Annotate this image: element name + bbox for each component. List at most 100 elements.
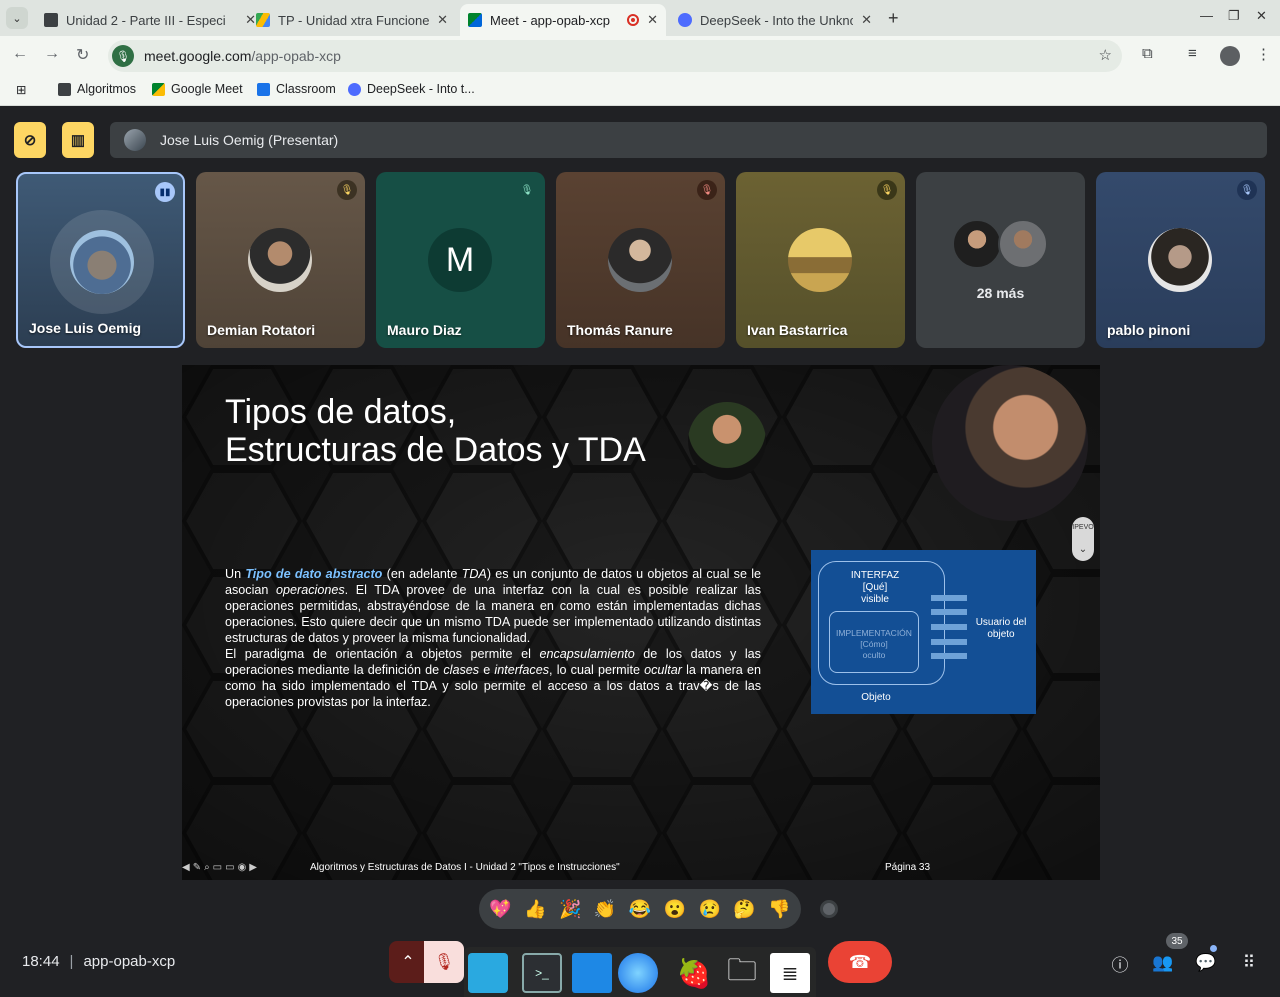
terminal-icon[interactable]: >_	[522, 953, 562, 993]
deepseek-icon	[348, 82, 361, 96]
reaction-heart[interactable]: 💖	[485, 894, 515, 924]
tab-title: Unidad 2 - Parte III - Especi	[66, 12, 226, 28]
reload-icon[interactable]: ↻	[76, 45, 89, 65]
slide-footer: ◀✎⌕▭▭◉▶ Algoritmos y Estructuras de Dato…	[182, 862, 1100, 876]
layout-icon[interactable]: ▥	[62, 122, 94, 158]
meet-stage: ⊘ ▥ Jose Luis Oemig (Presentar) ▮▮ Jose …	[0, 107, 1280, 997]
forward-icon[interactable]: →	[44, 45, 60, 63]
interface-arrow	[931, 653, 967, 659]
reaction-party[interactable]: 🎉	[555, 894, 585, 924]
participant-name: Demian Rotatori	[207, 322, 316, 338]
leave-call-button[interactable]: ☎	[828, 941, 892, 983]
tab-search-icon[interactable]: ⌄	[6, 7, 28, 29]
participant-tile-demian[interactable]: 🎙 Demian Rotatori	[196, 172, 365, 348]
meeting-time: 18:44	[22, 953, 60, 970]
speaking-indicator-icon: ▮▮	[155, 182, 175, 202]
apps-grid-icon[interactable]: ⊞	[16, 82, 26, 97]
tab-meet[interactable]: Meet - app-opab-xcp ✕	[460, 4, 666, 36]
browser-globe-icon[interactable]	[618, 953, 658, 993]
participant-tile-jose-luis[interactable]: ▮▮ Jose Luis Oemig	[16, 172, 185, 348]
presenter-bar[interactable]: Jose Luis Oemig (Presentar)	[110, 122, 1267, 158]
reaction-laugh[interactable]: 😂	[625, 894, 655, 924]
classroom-favicon-icon	[44, 13, 58, 27]
extensions-icon[interactable]: ⧉	[1142, 45, 1153, 62]
mic-off-button[interactable]: 🎙	[424, 941, 464, 983]
tab-deepseek[interactable]: DeepSeek - Into the Unkno ✕	[670, 4, 880, 36]
interface-arrow	[931, 624, 967, 630]
bookmark-deepseek[interactable]: DeepSeek - Into t...	[348, 82, 475, 96]
tda-diagram: INTERFAZ [Qué] visible IMPLEMENTACIÓN [C…	[811, 550, 1036, 714]
bookmark-star-icon[interactable]: ☆	[1099, 46, 1112, 64]
file-cabinet-icon[interactable]	[572, 953, 612, 993]
muted-mic-icon: 🎙	[520, 184, 534, 196]
avatar	[952, 219, 1002, 269]
pdf-viewer-tools-icon[interactable]: ◀✎⌕▭▭◉▶	[182, 862, 260, 873]
activities-grid-icon[interactable]: ⠿	[1238, 952, 1260, 974]
camera-control-widget[interactable]: IPEVO ⌄	[1072, 517, 1094, 561]
os-dock: >_ 🍓 🗀 ≣	[464, 947, 816, 997]
profile-avatar[interactable]	[1220, 46, 1240, 66]
reaction-clap[interactable]: 👏	[590, 894, 620, 924]
bookmark-classroom[interactable]: Classroom	[257, 82, 336, 96]
participant-name: Jose Luis Oemig	[29, 320, 142, 336]
participant-tile-mauro[interactable]: M 🎙 Mauro Diaz	[376, 172, 545, 348]
speaker-photo	[688, 402, 766, 480]
meeting-info-text: 18:44 | app-opab-xcp	[22, 953, 176, 970]
stop-presenting-icon[interactable]: ⊘	[14, 122, 46, 158]
audio-options-chevron-icon[interactable]: ⌃	[389, 941, 427, 983]
slide-body-text: Un Tipo de dato abstracto (en adelante T…	[225, 566, 761, 710]
media-controls-icon[interactable]: ≡	[1188, 45, 1197, 62]
restore-icon[interactable]: ❐	[1228, 8, 1240, 24]
window-close-icon[interactable]: ✕	[1256, 8, 1267, 24]
folder-icon[interactable]: 🗀	[722, 953, 762, 993]
reaction-skin-tone-button[interactable]	[820, 900, 838, 918]
new-tab-icon[interactable]: +	[888, 8, 899, 29]
tab-title: Meet - app-opab-xcp	[490, 12, 610, 28]
muted-mic-icon: 🎙	[1237, 180, 1257, 200]
reactions-bar: 💖 👍 🎉 👏 😂 😮 😢 🤔 👎	[479, 889, 801, 929]
deepseek-favicon-icon	[678, 13, 692, 27]
reaction-surprised[interactable]: 😮	[660, 894, 690, 924]
tab-title: DeepSeek - Into the Unkno	[700, 12, 854, 28]
meeting-details-icon[interactable]: ⓘ	[1109, 952, 1131, 975]
participant-tile-more[interactable]: 28 más	[916, 172, 1085, 348]
object-label: Objeto	[861, 692, 891, 703]
menu-kebab-icon[interactable]: ⋮	[1256, 45, 1271, 63]
muted-mic-icon: 🎙	[337, 180, 357, 200]
people-icon[interactable]: 👥	[1152, 952, 1174, 974]
strawberry-app-icon[interactable]: 🍓	[674, 953, 714, 993]
more-participants-avatars	[952, 219, 1052, 269]
muted-mic-icon: 🎙	[877, 180, 897, 200]
participant-tile-ivan[interactable]: 🎙 Ivan Bastarrica	[736, 172, 905, 348]
tab-unidad-2[interactable]: Unidad 2 - Parte III - Especi ✕	[36, 4, 264, 36]
meet-icon	[152, 82, 165, 96]
reaction-sad[interactable]: 😢	[695, 894, 725, 924]
reaction-thinking[interactable]: 🤔	[730, 894, 760, 924]
mic-site-icon[interactable]: 🎙	[112, 45, 134, 67]
document-icon[interactable]: ≣	[770, 953, 810, 993]
avatar	[788, 228, 852, 292]
user-label: Usuario del objeto	[975, 617, 1027, 640]
participant-tile-pablo[interactable]: 🎙 pablo pinoni	[1096, 172, 1265, 348]
minimize-icon[interactable]: —	[1200, 8, 1213, 23]
desktop-app-icon[interactable]	[468, 953, 508, 993]
chat-icon[interactable]: 💬	[1195, 952, 1217, 974]
tab-close-icon[interactable]: ✕	[647, 12, 658, 28]
bookmark-algoritmos[interactable]: Algoritmos	[58, 82, 136, 96]
interface-arrow	[931, 609, 967, 615]
meeting-code: app-opab-xcp	[83, 953, 176, 970]
participant-name: Ivan Bastarrica	[747, 322, 848, 338]
slide-page-number: Página 33	[885, 862, 931, 873]
reaction-thumbs-up[interactable]: 👍	[520, 894, 550, 924]
chevron-down-icon[interactable]: ⌄	[1079, 544, 1087, 555]
bookmark-google-meet[interactable]: Google Meet	[152, 82, 243, 96]
shared-presentation[interactable]: Tipos de datos, Estructuras de Datos y T…	[182, 365, 1100, 880]
tab-close-icon[interactable]: ✕	[437, 12, 448, 28]
address-bar[interactable]: 🎙 meet.google.com/app-opab-xcp ☆	[108, 40, 1122, 72]
participant-tile-thomas[interactable]: 🎙 Thomás Ranure	[556, 172, 725, 348]
back-icon[interactable]: ←	[12, 45, 28, 63]
tab-tp-unidad[interactable]: TP - Unidad xtra Funciones ✕	[248, 4, 456, 36]
tab-close-icon[interactable]: ✕	[861, 12, 872, 28]
reaction-thumbs-down[interactable]: 👎	[764, 894, 794, 924]
presenter-label: Jose Luis Oemig (Presentar)	[160, 132, 339, 148]
